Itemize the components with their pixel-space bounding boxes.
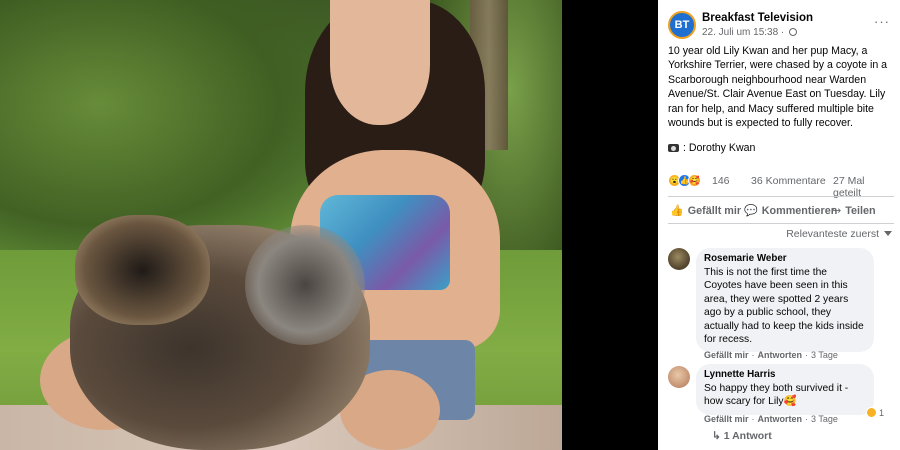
post-text: 10 year old Lily Kwan and her pup Macy, …	[668, 45, 888, 130]
comment-sort-dropdown[interactable]: Relevanteste zuerst	[786, 228, 892, 240]
like-button[interactable]: 👍 Gefällt mir	[670, 204, 741, 217]
post-action-bar: 👍 Gefällt mir 💬 Kommentieren ↪ Teilen	[668, 196, 894, 224]
comment-button-label: Kommentieren	[761, 205, 838, 217]
comment-sort-label: Relevanteste zuerst	[786, 228, 879, 240]
post-header: BT Breakfast Television 22. Juli um 15:3…	[658, 0, 900, 48]
photo-dog-tuft	[245, 225, 365, 345]
thumbs-up-icon: 👍	[670, 205, 684, 217]
photo-credit: : Dorothy Kwan	[668, 141, 890, 155]
post-timestamp[interactable]: 22. Juli um 15:38 ·	[702, 27, 798, 38]
commenter-avatar[interactable]	[668, 366, 690, 388]
view-replies-link[interactable]: ↳ 1 Antwort	[712, 430, 772, 442]
commenter-avatar[interactable]	[668, 248, 690, 270]
comment-reply-link[interactable]: Antworten	[758, 414, 803, 424]
share-button-label: Teilen	[845, 205, 876, 217]
comment-actions: Gefällt mir · Antworten · 3 Tage	[704, 414, 838, 424]
chevron-down-icon	[884, 231, 892, 236]
photo-girl-face	[330, 0, 430, 125]
commenter-name[interactable]: Lynnette Harris	[704, 369, 866, 380]
comment-reply-link[interactable]: Antworten	[758, 350, 803, 360]
share-button[interactable]: ↪ Teilen	[832, 204, 876, 217]
photo-dog-head	[75, 215, 210, 325]
globe-icon	[789, 28, 798, 36]
post-timestamp-text[interactable]: 22. Juli um 15:38 ·	[702, 27, 784, 38]
post-stats: 😮 👍 🥰 146 36 Kommentare 27 Mal geteilt	[668, 172, 894, 199]
post-body: 10 year old Lily Kwan and her pup Macy, …	[658, 44, 900, 156]
comment-bubble: Rosemarie Weber This is not the first ti…	[696, 248, 874, 353]
comment-bubble: Lynnette Harris So happy they both survi…	[696, 364, 874, 415]
photo-credit-text: : Dorothy Kwan	[683, 142, 756, 155]
like-button-label: Gefällt mir	[687, 205, 742, 217]
wow-reaction-icon	[865, 407, 877, 418]
reaction-icons[interactable]: 😮 👍 🥰	[668, 174, 701, 187]
comment-text: So happy they both survived it - how sca…	[704, 383, 849, 408]
comment-reaction-badge[interactable]: 1	[865, 407, 884, 418]
share-arrow-icon: ↪	[832, 205, 842, 217]
comment-age[interactable]: 3 Tage	[811, 414, 838, 424]
comment-count-link[interactable]: 36 Kommentare	[751, 175, 826, 187]
post-photo[interactable]	[0, 0, 562, 450]
comment-like-link[interactable]: Gefällt mir	[704, 350, 749, 360]
page-name-link[interactable]: Breakfast Television	[702, 12, 813, 24]
speech-bubble-icon: 💬	[744, 205, 758, 217]
commenter-name[interactable]: Rosemarie Weber	[704, 253, 866, 264]
camera-icon	[668, 144, 679, 153]
reaction-count[interactable]: 146	[712, 175, 730, 187]
page-avatar[interactable]: BT	[668, 11, 696, 39]
comment-like-link[interactable]: Gefällt mir	[704, 414, 749, 424]
comment-reaction-count: 1	[878, 408, 884, 418]
comment-actions: Gefällt mir · Antworten · 3 Tage	[704, 350, 838, 360]
comment-age[interactable]: 3 Tage	[811, 350, 838, 360]
more-options-button[interactable]: ···	[874, 14, 890, 29]
post-side-panel: BT Breakfast Television 22. Juli um 15:3…	[658, 0, 900, 450]
comment-text: This is not the first time the Coyotes h…	[704, 267, 864, 346]
care-reaction-icon: 🥰	[688, 174, 701, 187]
